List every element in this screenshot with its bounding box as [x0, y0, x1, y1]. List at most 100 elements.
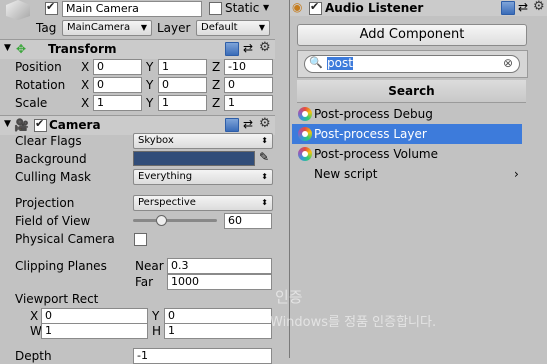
position-y-label: Y: [146, 60, 154, 74]
chevron-updown-icon: ⬍: [261, 172, 268, 181]
viewport-y-field[interactable]: 0: [164, 308, 272, 324]
rotation-y-field[interactable]: 0: [158, 77, 207, 93]
viewport-w-field[interactable]: 1: [41, 323, 148, 339]
help-book-icon[interactable]: [225, 118, 239, 132]
clipping-planes-label: Clipping Planes: [15, 259, 107, 273]
background-label: Background: [15, 152, 87, 166]
chevron-right-icon: ›: [514, 167, 519, 181]
transform-header[interactable]: ▼ ✥ Transform ⇄ ⚙: [0, 39, 275, 59]
physical-camera-checkbox[interactable]: [134, 233, 147, 246]
gear-icon[interactable]: ⚙: [259, 116, 271, 131]
viewport-y-label: Y: [152, 309, 160, 323]
search-input[interactable]: 🔍 post ⊗: [304, 55, 520, 73]
projection-value: Perspective: [138, 197, 196, 208]
layer-dropdown[interactable]: Default ▼: [196, 20, 270, 36]
gear-icon[interactable]: ⚙: [533, 0, 545, 14]
layer-label: Layer: [157, 21, 191, 35]
camera-title: Camera: [49, 118, 101, 132]
foldout-arrow-icon[interactable]: ▼: [4, 43, 11, 53]
chevron-updown-icon: ⬍: [261, 198, 268, 207]
depth-label: Depth: [15, 349, 52, 363]
near-label: Near: [135, 259, 164, 273]
transform-title: Transform: [48, 42, 117, 56]
static-checkbox[interactable]: [209, 2, 222, 15]
fov-slider-track[interactable]: [133, 215, 217, 226]
tag-label: Tag: [36, 21, 57, 35]
preset-icon[interactable]: ⇄: [243, 41, 253, 55]
result-item-post-process-layer[interactable]: Post-process Layer: [292, 124, 522, 144]
fov-slider-thumb[interactable]: [155, 215, 167, 226]
gear-icon[interactable]: ⚙: [259, 40, 271, 55]
far-field[interactable]: 1000: [167, 274, 272, 290]
result-label: Post-process Volume: [314, 147, 438, 161]
static-dropdown-arrow-icon[interactable]: ▼: [263, 3, 269, 12]
help-book-icon[interactable]: [501, 1, 515, 15]
camera-enabled-checkbox[interactable]: [34, 117, 47, 132]
result-item-new-script[interactable]: New script ›: [292, 164, 522, 184]
result-label: Post-process Debug: [314, 107, 433, 121]
add-component-popup: ◉ Audio Listener ⇄ ⚙ Add Component 🔍 pos…: [289, 0, 547, 358]
activation-watermark-text: Windows를 정품 인증합니다.: [270, 315, 437, 330]
projection-dropdown[interactable]: Perspective ⬍: [133, 195, 273, 211]
culling-mask-dropdown[interactable]: Everything ⬍: [133, 169, 273, 185]
tag-dropdown[interactable]: MainCamera ▼: [62, 20, 152, 36]
result-label: Post-process Layer: [314, 127, 427, 141]
audio-listener-header[interactable]: ◉ Audio Listener ⇄ ⚙: [290, 0, 547, 16]
scale-z-label: Z: [212, 96, 221, 110]
search-icon: 🔍: [309, 56, 323, 69]
depth-field[interactable]: -1: [133, 348, 272, 364]
camera-icon: 🎥: [14, 118, 29, 132]
result-label: New script: [314, 167, 378, 181]
position-z-field[interactable]: -10: [224, 59, 273, 75]
post-process-icon: [298, 147, 312, 161]
chevron-down-icon: ▼: [140, 23, 147, 32]
culling-mask-value: Everything: [138, 171, 193, 182]
fov-label: Field of View: [15, 214, 91, 228]
search-bar: 🔍 post ⊗: [297, 50, 528, 78]
static-label: Static: [225, 1, 260, 15]
gameobject-active-checkbox[interactable]: [45, 0, 58, 15]
camera-header[interactable]: ▼ 🎥 Camera ⇄ ⚙: [0, 115, 275, 135]
clear-flags-dropdown[interactable]: Skybox ⬍: [133, 133, 273, 149]
scale-z-field[interactable]: 1: [224, 95, 273, 111]
gameobject-name-field[interactable]: Main Camera: [62, 1, 202, 17]
far-label: Far: [135, 275, 154, 289]
rotation-x-field[interactable]: 0: [93, 77, 142, 93]
transform-axes-icon: ✥: [16, 42, 27, 56]
foldout-arrow-icon[interactable]: ▼: [4, 119, 11, 129]
chevron-down-icon: ▼: [258, 23, 265, 32]
rotation-z-field[interactable]: 0: [224, 77, 273, 93]
physical-camera-label: Physical Camera: [15, 232, 115, 246]
background-color-swatch[interactable]: [133, 151, 255, 166]
chevron-updown-icon: ⬍: [261, 136, 268, 145]
add-component-button[interactable]: Add Component: [297, 24, 527, 46]
viewport-x-field[interactable]: 0: [41, 308, 148, 324]
viewport-h-field[interactable]: 1: [164, 323, 272, 339]
eyedropper-icon[interactable]: ✎: [259, 150, 269, 164]
position-x-field[interactable]: 0: [93, 59, 142, 75]
help-book-icon[interactable]: [225, 42, 239, 56]
clear-search-icon[interactable]: ⊗: [503, 56, 513, 70]
preset-icon[interactable]: ⇄: [243, 117, 253, 131]
clear-flags-label: Clear Flags: [15, 134, 82, 148]
position-y-field[interactable]: 1: [158, 59, 207, 75]
search-query: post: [327, 56, 353, 70]
audio-listener-icon: ◉: [292, 0, 303, 14]
audio-listener-checkbox[interactable]: [309, 0, 322, 15]
viewport-x-label: X: [30, 309, 39, 323]
scale-y-label: Y: [146, 96, 154, 110]
position-label: Position: [15, 60, 62, 74]
position-x-label: X: [81, 60, 90, 74]
gameobject-cube-icon: [6, 0, 30, 20]
fov-field[interactable]: 60: [224, 213, 272, 229]
result-item-post-process-debug[interactable]: Post-process Debug: [292, 104, 522, 124]
scale-x-field[interactable]: 1: [93, 95, 142, 111]
result-item-post-process-volume[interactable]: Post-process Volume: [292, 144, 522, 164]
near-field[interactable]: 0.3: [167, 258, 272, 274]
scale-y-field[interactable]: 1: [158, 95, 207, 111]
inspector-panel: Main Camera Static ▼ Tag MainCamera ▼ La…: [0, 0, 289, 364]
preset-icon[interactable]: ⇄: [518, 0, 528, 14]
audio-listener-title: Audio Listener: [325, 1, 424, 15]
projection-label: Projection: [15, 196, 75, 210]
scale-x-label: X: [81, 96, 90, 110]
